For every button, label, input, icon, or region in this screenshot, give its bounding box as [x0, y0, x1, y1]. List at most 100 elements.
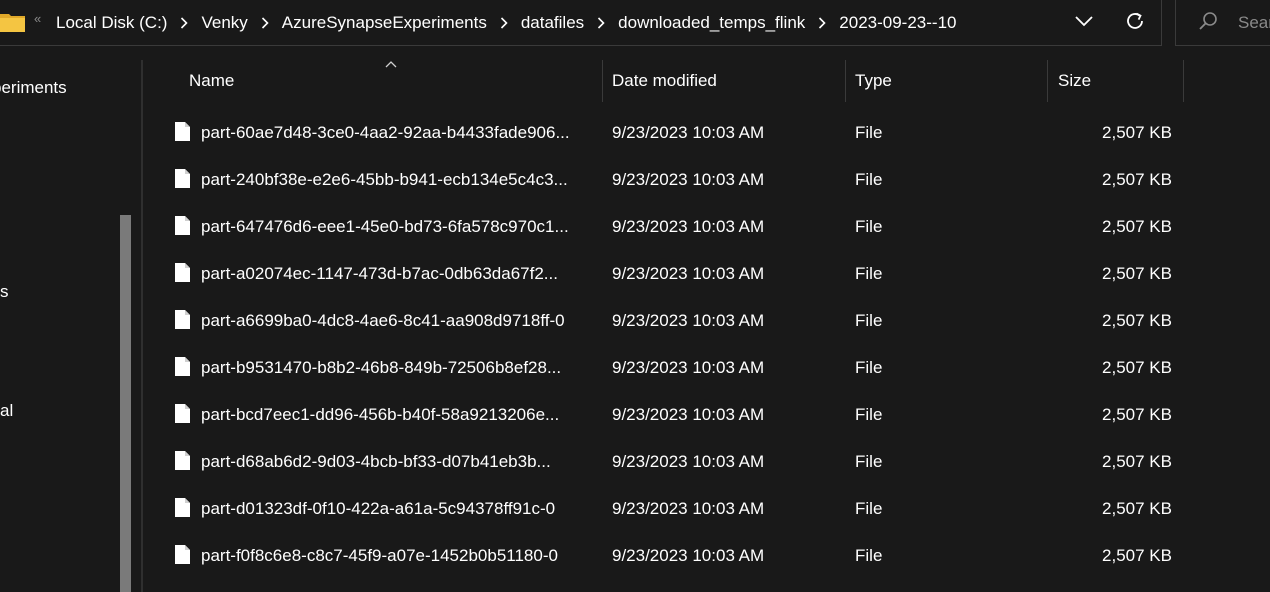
- chevron-right-icon[interactable]: [584, 17, 618, 29]
- address-bar[interactable]: « Local Disk (C:) Venky AzureSynapseExpe…: [0, 0, 1162, 46]
- file-type: File: [855, 498, 883, 518]
- file-name: part-a6699ba0-4dc8-4ae6-8c41-aa908d9718f…: [201, 310, 565, 330]
- chevron-right-icon[interactable]: [805, 17, 839, 29]
- file-name: part-240bf38e-e2e6-45bb-b941-ecb134e5c4c…: [201, 169, 568, 189]
- file-icon: [175, 169, 190, 188]
- file-size: 2,507 KB: [1102, 122, 1172, 142]
- file-date-modified: 9/23/2023 10:03 AM: [612, 310, 765, 330]
- file-type: File: [855, 263, 883, 283]
- file-row[interactable]: part-a02074ec-1147-473d-b7ac-0db63da67f2…: [143, 250, 1270, 297]
- file-name: part-f0f8c6e8-c8c7-45f9-a07e-1452b0b5118…: [201, 545, 558, 565]
- toolbar: « Local Disk (C:) Venky AzureSynapseExpe…: [0, 0, 1270, 48]
- file-name: part-bcd7eec1-dd96-456b-b40f-58a9213206e…: [201, 404, 560, 424]
- file-row[interactable]: part-b9531470-b8b2-46b8-849b-72506b8ef28…: [143, 344, 1270, 391]
- file-icon: [175, 545, 190, 564]
- file-row[interactable]: part-bcd7eec1-dd96-456b-b40f-58a9213206e…: [143, 391, 1270, 438]
- file-icon: [175, 451, 190, 470]
- file-icon: [175, 357, 190, 376]
- file-name: part-d68ab6d2-9d03-4bcb-bf33-d07b41eb3b.…: [201, 451, 551, 471]
- file-row[interactable]: part-d68ab6d2-9d03-4bcb-bf33-d07b41eb3b.…: [143, 438, 1270, 485]
- file-size: 2,507 KB: [1102, 545, 1172, 565]
- file-row[interactable]: part-60ae7d48-3ce0-4aa2-92aa-b4433fade90…: [143, 109, 1270, 156]
- file-type: File: [855, 169, 883, 189]
- sidebar-item-s[interactable]: s: [0, 282, 9, 302]
- search-input[interactable]: Sear: [1175, 0, 1270, 46]
- breadcrumb: Local Disk (C:) Venky AzureSynapseExperi…: [56, 12, 956, 34]
- file-icon: [175, 310, 190, 329]
- file-name: part-60ae7d48-3ce0-4aa2-92aa-b4433fade90…: [201, 122, 570, 142]
- file-date-modified: 9/23/2023 10:03 AM: [612, 498, 765, 518]
- file-date-modified: 9/23/2023 10:03 AM: [612, 263, 765, 283]
- chevron-right-icon[interactable]: [167, 17, 201, 29]
- file-name: part-a02074ec-1147-473d-b7ac-0db63da67f2…: [201, 263, 558, 283]
- file-row[interactable]: part-d01323df-0f10-422a-a61a-5c94378ff91…: [143, 485, 1270, 532]
- breadcrumb-overflow-icon[interactable]: «: [34, 11, 41, 26]
- file-row[interactable]: part-647476d6-eee1-45e0-bd73-6fa578c970c…: [143, 203, 1270, 250]
- file-icon: [175, 498, 190, 517]
- file-date-modified: 9/23/2023 10:03 AM: [612, 545, 765, 565]
- column-type[interactable]: Type: [855, 60, 1047, 102]
- file-date-modified: 9/23/2023 10:03 AM: [612, 122, 765, 142]
- sidebar-item-al[interactable]: al: [0, 401, 13, 421]
- sidebar-item-experiments[interactable]: periments: [0, 78, 67, 98]
- column-type-label: Type: [855, 71, 892, 90]
- file-type: File: [855, 545, 883, 565]
- file-row[interactable]: part-f0f8c6e8-c8c7-45f9-a07e-1452b0b5118…: [143, 532, 1270, 579]
- breadcrumb-item-venky[interactable]: Venky: [201, 13, 247, 33]
- chevron-right-icon[interactable]: [248, 17, 282, 29]
- file-row[interactable]: part-240bf38e-e2e6-45bb-b941-ecb134e5c4c…: [143, 156, 1270, 203]
- file-icon: [175, 216, 190, 235]
- breadcrumb-item-local-disk[interactable]: Local Disk (C:): [56, 13, 167, 33]
- file-date-modified: 9/23/2023 10:03 AM: [612, 169, 765, 189]
- file-type: File: [855, 216, 883, 236]
- search-placeholder: Sear: [1238, 13, 1270, 32]
- column-date-modified[interactable]: Date modified: [612, 60, 844, 102]
- chevron-down-icon[interactable]: [1074, 14, 1094, 28]
- file-explorer-window: « Local Disk (C:) Venky AzureSynapseExpe…: [0, 0, 1270, 592]
- file-size: 2,507 KB: [1102, 263, 1172, 283]
- column-resize-handle[interactable]: [1183, 60, 1184, 102]
- column-resize-handle[interactable]: [1047, 60, 1048, 102]
- column-resize-handle[interactable]: [845, 60, 846, 102]
- sidebar-scrollbar-thumb[interactable]: [120, 215, 131, 592]
- file-size: 2,507 KB: [1102, 310, 1172, 330]
- search-icon: [1199, 12, 1217, 30]
- file-row[interactable]: part-a6699ba0-4dc8-4ae6-8c41-aa908d9718f…: [143, 297, 1270, 344]
- navigation-pane: periments s al: [0, 48, 134, 592]
- file-type: File: [855, 451, 883, 471]
- breadcrumb-item-azuresynapseexperiments[interactable]: AzureSynapseExperiments: [282, 13, 487, 33]
- column-name-label: Name: [189, 71, 235, 90]
- column-name[interactable]: Name: [189, 60, 601, 102]
- file-size: 2,507 KB: [1102, 404, 1172, 424]
- file-date-modified: 9/23/2023 10:03 AM: [612, 357, 765, 377]
- refresh-icon[interactable]: [1124, 10, 1146, 32]
- folder-icon: [0, 14, 25, 32]
- file-name: part-647476d6-eee1-45e0-bd73-6fa578c970c…: [201, 216, 569, 236]
- file-date-modified: 9/23/2023 10:03 AM: [612, 216, 765, 236]
- file-date-modified: 9/23/2023 10:03 AM: [612, 404, 765, 424]
- file-size: 2,507 KB: [1102, 169, 1172, 189]
- file-type: File: [855, 310, 883, 330]
- file-type: File: [855, 122, 883, 142]
- column-resize-handle[interactable]: [602, 60, 603, 102]
- file-date-modified: 9/23/2023 10:03 AM: [612, 451, 765, 471]
- column-size[interactable]: Size: [1058, 60, 1182, 102]
- breadcrumb-item-current-folder[interactable]: 2023-09-23--10: [839, 13, 956, 33]
- file-icon: [175, 263, 190, 282]
- file-size: 2,507 KB: [1102, 216, 1172, 236]
- file-list: part-60ae7d48-3ce0-4aa2-92aa-b4433fade90…: [143, 109, 1270, 579]
- breadcrumb-item-downloaded-temps-flink[interactable]: downloaded_temps_flink: [618, 13, 805, 33]
- file-size: 2,507 KB: [1102, 357, 1172, 377]
- file-type: File: [855, 404, 883, 424]
- file-icon: [175, 404, 190, 423]
- file-name: part-d01323df-0f10-422a-a61a-5c94378ff91…: [201, 498, 556, 518]
- file-size: 2,507 KB: [1102, 451, 1172, 471]
- file-name: part-b9531470-b8b2-46b8-849b-72506b8ef28…: [201, 357, 562, 377]
- file-size: 2,507 KB: [1102, 498, 1172, 518]
- breadcrumb-item-datafiles[interactable]: datafiles: [521, 13, 584, 33]
- file-type: File: [855, 357, 883, 377]
- file-icon: [175, 122, 190, 141]
- column-header: Name Date modified Type Size: [143, 60, 1270, 102]
- chevron-right-icon[interactable]: [487, 17, 521, 29]
- column-size-label: Size: [1058, 71, 1092, 90]
